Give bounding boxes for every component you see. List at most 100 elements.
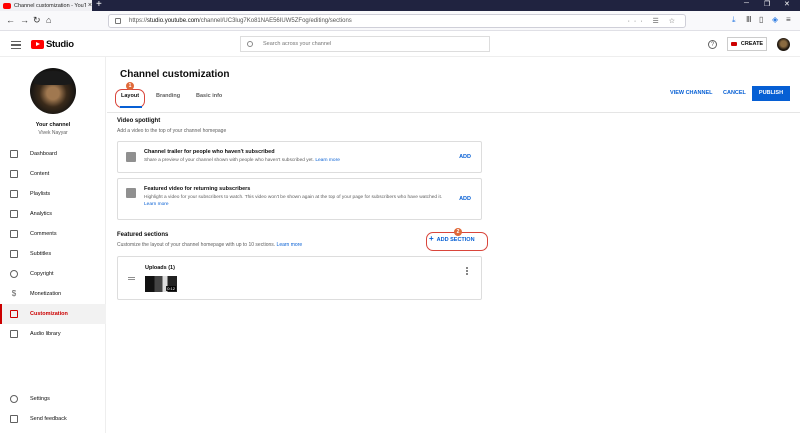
search-icon bbox=[247, 41, 253, 47]
channel-avatar[interactable] bbox=[30, 68, 76, 114]
customization-icon bbox=[10, 310, 18, 318]
hamburger-menu-icon[interactable] bbox=[11, 41, 21, 49]
video-spotlight-desc: Add a video to the top of your channel h… bbox=[117, 128, 227, 134]
browser-tab-bar: Channel customization - YouTube × + ─ ❐ … bbox=[0, 0, 800, 11]
library-icon[interactable]: Ⅲ bbox=[746, 15, 752, 24]
sidebar-item-label: Analytics bbox=[30, 211, 53, 217]
youtube-favicon-icon bbox=[3, 2, 11, 9]
sidebar-item-content[interactable]: Content bbox=[0, 164, 106, 184]
sidebar-item-label: Audio library bbox=[30, 331, 61, 337]
drag-handle-icon[interactable] bbox=[128, 277, 135, 280]
sidebar-item-dashboard[interactable]: Dashboard bbox=[0, 144, 106, 164]
tab-layout[interactable]: Layout bbox=[121, 93, 139, 99]
sidebar-item-label: Send feedback bbox=[30, 416, 67, 422]
subtitles-icon bbox=[10, 250, 18, 258]
settings-icon bbox=[10, 395, 18, 403]
featured-sections-learn-more-link[interactable]: Learn more bbox=[277, 242, 303, 248]
sidebar: Your channel Vivek Nayyar Dashboard Cont… bbox=[0, 57, 106, 433]
menu-icon[interactable]: ≡ bbox=[786, 15, 791, 24]
sidebar-item-playlists[interactable]: Playlists bbox=[0, 184, 106, 204]
studio-header: Studio ? CREATE bbox=[0, 32, 800, 57]
featured-learn-more-link[interactable]: Learn more bbox=[144, 202, 169, 207]
channel-owner-name: Vivek Nayyar bbox=[38, 130, 68, 136]
featured-desc-text: Highlight a video for your subscribers t… bbox=[144, 195, 443, 200]
video-thumbnail[interactable]: 0:12 bbox=[145, 276, 177, 292]
add-trailer-button[interactable]: ADD bbox=[459, 154, 471, 160]
help-icon[interactable]: ? bbox=[708, 40, 717, 49]
close-window-button[interactable]: ✕ bbox=[784, 0, 790, 8]
new-tab-button[interactable]: + bbox=[96, 0, 102, 10]
account-avatar[interactable] bbox=[777, 38, 790, 51]
download-icon[interactable]: ⤓ bbox=[732, 15, 736, 25]
address-bar[interactable]: https://studio.youtube.com/channel/UC3lu… bbox=[108, 14, 686, 28]
feedback-icon bbox=[10, 415, 18, 423]
step-badge-1: 1 bbox=[126, 82, 134, 90]
tab-basic-info[interactable]: Basic info bbox=[196, 93, 222, 99]
sidebar-item-monetization[interactable]: $ Monetization bbox=[0, 284, 106, 304]
your-channel-label[interactable]: Your channel bbox=[0, 122, 106, 128]
sidebar-toggle-icon[interactable]: ▯ bbox=[759, 15, 763, 24]
add-featured-video-button[interactable]: ADD bbox=[459, 196, 471, 202]
minimize-window-button[interactable]: ─ bbox=[744, 0, 749, 7]
sidebar-item-label: Monetization bbox=[30, 291, 62, 297]
dashboard-icon bbox=[10, 150, 18, 158]
featured-video-title: Featured video for returning subscribers bbox=[144, 186, 251, 192]
uploads-title: Uploads (1) bbox=[145, 265, 175, 271]
sidebar-item-audio-library[interactable]: Audio library bbox=[0, 324, 106, 344]
analytics-icon bbox=[10, 210, 18, 218]
studio-logo-text: Studio bbox=[46, 39, 74, 50]
url-path: /channel/UC3lug7Ko81NAE56IUW5ZFog/editin… bbox=[199, 18, 352, 24]
sidebar-item-label: Subtitles bbox=[30, 251, 52, 257]
browser-tab[interactable]: Channel customization - YouTube × bbox=[0, 0, 92, 11]
maximize-window-button[interactable]: ❐ bbox=[764, 0, 770, 8]
uploads-section-card[interactable]: Uploads (1) 0:12 bbox=[117, 256, 482, 300]
featured-sections-title: Featured sections bbox=[117, 232, 169, 238]
back-arrow-icon[interactable]: ← bbox=[6, 15, 15, 25]
comments-icon bbox=[10, 230, 18, 238]
url-prefix: https:// bbox=[129, 18, 148, 24]
reload-icon[interactable]: ↻ bbox=[33, 15, 41, 26]
sidebar-item-customization[interactable]: Customization bbox=[0, 304, 106, 324]
cancel-button[interactable]: CANCEL bbox=[723, 90, 746, 96]
channel-trailer-card: Channel trailer for people who haven't s… bbox=[117, 141, 482, 173]
tab-branding[interactable]: Branding bbox=[156, 93, 180, 99]
close-tab-icon[interactable]: × bbox=[88, 2, 92, 9]
sidebar-item-comments[interactable]: Comments bbox=[0, 224, 106, 244]
sidebar-item-label: Copyright bbox=[30, 271, 54, 277]
content-icon bbox=[10, 170, 18, 178]
featured-video-desc: Highlight a video for your subscribers t… bbox=[144, 194, 454, 208]
sidebar-item-subtitles[interactable]: Subtitles bbox=[0, 244, 106, 264]
add-section-label: ADD SECTION bbox=[436, 237, 475, 243]
trailer-film-icon bbox=[126, 152, 136, 162]
sidebar-item-analytics[interactable]: Analytics bbox=[0, 204, 106, 224]
studio-logo[interactable]: Studio bbox=[31, 39, 74, 50]
sidebar-item-settings[interactable]: Settings bbox=[0, 389, 106, 409]
sidebar-item-send-feedback[interactable]: Send feedback bbox=[0, 409, 106, 429]
page-actions-icon[interactable]: ··· ☰ ☆ bbox=[628, 17, 679, 25]
create-label: CREATE bbox=[740, 41, 764, 47]
sidebar-item-label: Content bbox=[30, 171, 50, 177]
sidebar-item-copyright[interactable]: Copyright bbox=[0, 264, 106, 284]
trailer-learn-more-link[interactable]: Learn more bbox=[315, 158, 340, 163]
search-input[interactable] bbox=[263, 41, 463, 47]
create-button[interactable]: CREATE bbox=[727, 37, 767, 51]
add-section-button[interactable]: + ADD SECTION bbox=[429, 234, 475, 243]
extension-icon[interactable]: ◈ bbox=[772, 15, 778, 24]
featured-video-card: Featured video for returning subscribers… bbox=[117, 178, 482, 220]
browser-tab-title: Channel customization - YouTube bbox=[13, 2, 86, 9]
video-camera-icon bbox=[730, 42, 737, 46]
audio-library-icon bbox=[10, 330, 18, 338]
search-box[interactable] bbox=[240, 36, 490, 52]
more-options-icon[interactable] bbox=[466, 267, 468, 275]
forward-arrow-icon[interactable]: → bbox=[20, 15, 29, 25]
video-spotlight-title: Video spotlight bbox=[117, 118, 161, 124]
youtube-play-icon bbox=[31, 40, 44, 49]
publish-button[interactable]: PUBLISH bbox=[752, 86, 790, 101]
trailer-title: Channel trailer for people who haven't s… bbox=[144, 149, 275, 155]
trailer-desc-text: Share a preview of your channel shown wi… bbox=[144, 158, 314, 163]
view-channel-button[interactable]: VIEW CHANNEL bbox=[670, 90, 712, 96]
home-icon[interactable]: ⌂ bbox=[46, 15, 51, 25]
video-duration: 0:12 bbox=[166, 286, 176, 291]
featured-video-icon bbox=[126, 188, 136, 198]
sidebar-item-label: Settings bbox=[30, 396, 50, 402]
